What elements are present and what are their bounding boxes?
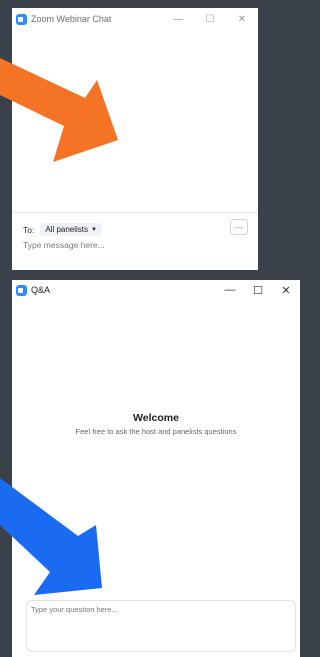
recipient-value: All panelists — [45, 225, 89, 234]
divider — [12, 212, 258, 213]
close-icon[interactable]: ✕ — [226, 8, 258, 30]
minimize-icon[interactable]: — — [216, 280, 244, 300]
more-options-button[interactable]: ··· — [230, 219, 248, 235]
qa-titlebar[interactable]: Q&A — ☐ ✕ — [12, 280, 300, 300]
zoom-app-icon — [16, 284, 27, 296]
webinar-chat-window: Zoom Webinar Chat — ☐ ✕ To: All panelist… — [12, 8, 258, 270]
welcome-subtitle: Feel free to ask the host and panelists … — [75, 427, 237, 436]
screen: Zoom Webinar Chat — ☐ ✕ To: All panelist… — [0, 0, 300, 657]
recipient-dropdown[interactable]: All panelists ▼ — [40, 223, 102, 236]
to-label: To: — [23, 224, 35, 235]
maximize-icon[interactable]: ☐ — [194, 8, 226, 30]
question-input[interactable] — [27, 601, 295, 651]
zoom-app-icon — [16, 13, 27, 25]
welcome-title: Welcome — [133, 412, 179, 424]
minimize-icon[interactable]: — — [162, 8, 194, 30]
qa-window-controls: — ☐ ✕ — [216, 280, 300, 302]
chat-message-input[interactable] — [23, 237, 243, 253]
qa-window: Q&A — ☐ ✕ Welcome Feel free to ask the h… — [12, 280, 300, 657]
question-box — [26, 600, 296, 652]
close-icon[interactable]: ✕ — [272, 280, 300, 300]
chat-message-area — [12, 30, 258, 212]
chat-window-title: Zoom Webinar Chat — [31, 14, 112, 24]
chevron-down-icon: ▼ — [91, 226, 97, 233]
recipient-row: To: All panelists ▼ — [23, 223, 102, 236]
chat-titlebar[interactable]: Zoom Webinar Chat — ☐ ✕ — [12, 8, 258, 30]
qa-window-title: Q&A — [31, 285, 51, 295]
maximize-icon[interactable]: ☐ — [244, 280, 272, 300]
chat-window-controls: — ☐ ✕ — [162, 8, 258, 30]
